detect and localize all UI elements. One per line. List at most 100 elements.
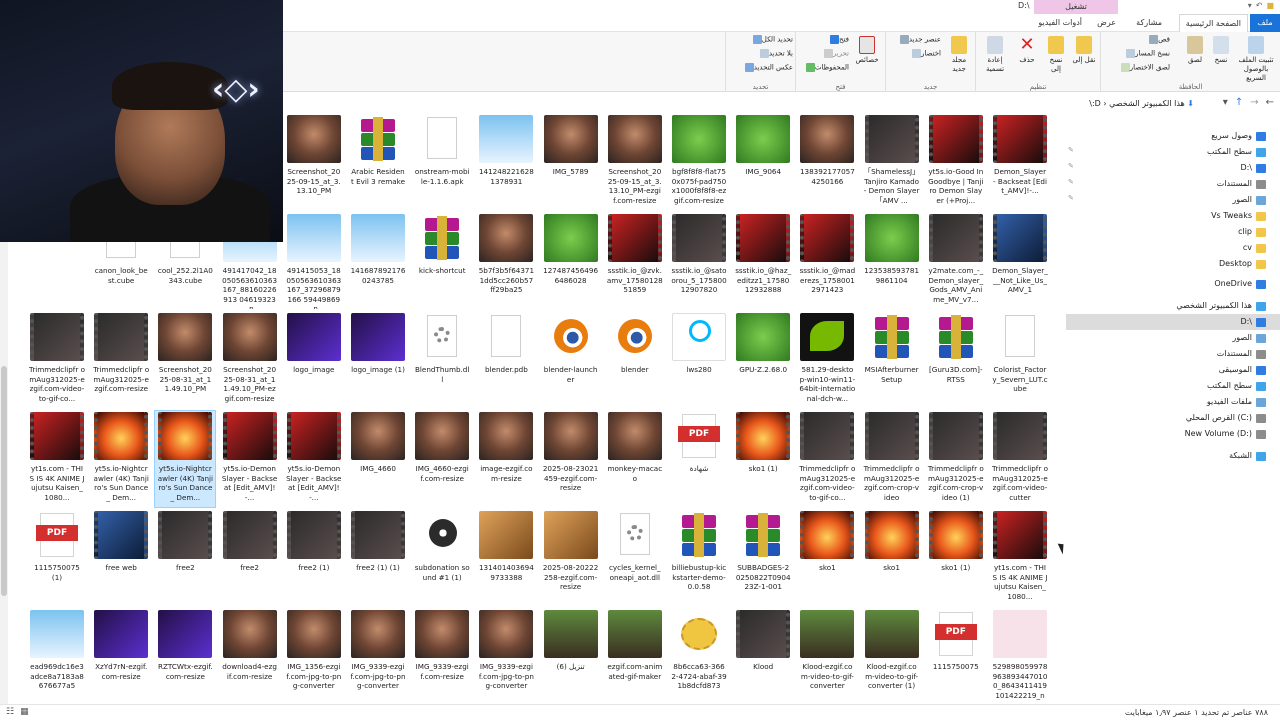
nav-item[interactable]: New Volume (D:)	[1185, 426, 1266, 442]
file-item[interactable]: Screenshot_2025-08-31_at_11.49.10_PM	[155, 312, 215, 408]
file-item[interactable]: Klood-ezgif.com-video-to-gif-converter	[797, 609, 857, 705]
dropdown-icon[interactable]: ▾	[1248, 1, 1252, 10]
edit-button[interactable]: تحرير	[821, 49, 849, 58]
open-button[interactable]: فتح	[827, 35, 849, 44]
file-item[interactable]: Demon_Slayer - Backseat [Edit_AMV]!-...	[990, 114, 1050, 210]
nav-item[interactable]: Desktop	[1219, 256, 1266, 272]
file-item[interactable]: kick-shortcut	[412, 213, 472, 309]
file-item[interactable]: monkey-macaco	[605, 411, 665, 507]
file-item[interactable]: BlendThumb.dll	[412, 312, 472, 408]
paste-button[interactable]: لصق	[1184, 36, 1206, 65]
file-item[interactable]: IMG_5789	[541, 114, 601, 210]
scrollbar-thumb[interactable]	[1, 366, 7, 596]
pin-icon[interactable]: ✎	[1068, 194, 1074, 202]
rename-button[interactable]: إعادة تسمية	[980, 36, 1010, 74]
file-item[interactable]: 1412482216281378931	[476, 114, 536, 210]
nav-item[interactable]: D:\	[1240, 160, 1266, 176]
file-item[interactable]: Trimmedclipfr omAug312025-ezgif.com-vide…	[27, 312, 87, 408]
file-item[interactable]: onstream-mobile-1.1.6.apk	[412, 114, 472, 210]
file-item[interactable]: yt5s.io-Nightcrawler (4K) Tanjiro's Sun …	[91, 411, 151, 507]
file-item[interactable]: Trimmedclipfr omAug312025-ezgif.com-vide…	[797, 411, 857, 507]
file-item[interactable]: ssstik.io_@satoorou_5_17580012907820	[669, 213, 729, 309]
file-item[interactable]: free2	[155, 510, 215, 606]
dropdown-icon[interactable]: ▾	[1223, 97, 1228, 108]
undo-icon[interactable]: ↶	[1256, 1, 1263, 10]
breadcrumb-item[interactable]: هذا الكمبيوتر الشخصي	[1109, 99, 1185, 108]
file-item[interactable]: sko1 (1)	[733, 411, 793, 507]
file-item[interactable]: ezgif.com-animated-gif-maker	[605, 609, 665, 705]
new-item-button[interactable]: عنصر جديد	[897, 35, 941, 44]
up-arrow-icon[interactable]: ↑	[1235, 97, 1243, 108]
file-item[interactable]: yt5s.io-Demon Slayer - Backseat [Edit_AM…	[284, 411, 344, 507]
file-item[interactable]: IMG_9339-ezgif.com-jpg-to-png-converter	[348, 609, 408, 705]
tab-share[interactable]: مشاركة	[1130, 14, 1168, 32]
file-item[interactable]: PDF شهادة	[669, 411, 729, 507]
file-item[interactable]: blender-launcher	[541, 312, 601, 408]
breadcrumb[interactable]: ⬇ هذا الكمبيوتر الشخصي ‹ D:\	[1089, 99, 1194, 108]
file-item[interactable]: Trimmedclipfr omAug312025-ezgif.com-crop…	[862, 411, 922, 507]
select-none-button[interactable]: بلا تحديد	[757, 49, 793, 58]
file-item[interactable]: free2	[220, 510, 280, 606]
file-item[interactable]: Screenshot_2025-09-15_at_3.13.10_PM-ezgi…	[605, 114, 665, 210]
file-item[interactable]: blender.pdb	[476, 312, 536, 408]
file-item[interactable]: logo_image (1)	[348, 312, 408, 408]
file-item[interactable]: Screenshot_2025-08-31_at_11.49.10_PM-ezg…	[220, 312, 280, 408]
file-item[interactable]: lws280	[669, 312, 729, 408]
file-item[interactable]: download4-ezgif.com-resize	[220, 609, 280, 705]
pin-icon[interactable]: ✎	[1068, 162, 1074, 170]
nav-item[interactable]: القرص المحلي (C:)	[1186, 410, 1266, 426]
file-item[interactable]: cycles_kernel_oneapi_aot.dll	[605, 510, 665, 606]
file-item[interactable]: billiebustup-kickstarter-demo-0.0.58	[669, 510, 729, 606]
file-item[interactable]: Trimmedclipfr omAug312025-ezgif.com-resi…	[91, 312, 151, 408]
file-item[interactable]: GPU-Z.2.68.0	[733, 312, 793, 408]
file-item[interactable]: RZTCWtx-ezgif.com-resize	[155, 609, 215, 705]
back-icon[interactable]: ←	[1266, 97, 1274, 108]
file-item[interactable]: image-ezgif.com-resize	[476, 411, 536, 507]
nav-item[interactable]: OneDrive	[1214, 276, 1266, 292]
pin-icon[interactable]: ✎	[1068, 146, 1074, 154]
file-item[interactable]: IMG_9339-ezgif.com-jpg-to-png-converter	[476, 609, 536, 705]
file-item[interactable]: 2025-08-23021459-ezgif.com-resize	[541, 411, 601, 507]
file-item[interactable]: IMG_1356-ezgif.com-jpg-to-png-converter	[284, 609, 344, 705]
tab-view[interactable]: عرض	[1091, 14, 1122, 32]
file-item[interactable]: Arabic Resident Evil 3 remake	[348, 114, 408, 210]
move-to-button[interactable]: نقل إلى	[1072, 36, 1096, 65]
file-item[interactable]: Trimmedclipfr omAug312025-ezgif.com-vide…	[990, 411, 1050, 507]
pin-icon[interactable]: ✎	[1068, 178, 1074, 186]
file-item[interactable]: 491415053_18050563610363167_37296879166 …	[284, 213, 344, 309]
file-item[interactable]: PDF 1115750075 (1)	[27, 510, 87, 606]
file-item[interactable]: [Guru3D.com]-RTSS	[926, 312, 986, 408]
nav-item[interactable]: cv	[1243, 240, 1266, 256]
file-item[interactable]: 1416878921760243785	[348, 213, 408, 309]
file-item[interactable]: 5298980599789638934470100_86434114191014…	[990, 609, 1050, 705]
file-item[interactable]: XzYd7rN-ezgif.com-resize	[91, 609, 151, 705]
copy-path-button[interactable]: نسخ المسار	[1123, 49, 1170, 58]
file-item[interactable]: ssstik.io_@maderezs_17580012971423	[797, 213, 857, 309]
select-all-button[interactable]: تحديد الكل	[750, 35, 793, 44]
nav-item[interactable]: ملفات الفيديو	[1207, 394, 1266, 410]
file-item[interactable]: Colorist_Factory_Severn_LUT.cube	[990, 312, 1050, 408]
file-item[interactable]: 581.29-desktop-win10-win11-64bit-interna…	[797, 312, 857, 408]
nav-item[interactable]: clip	[1238, 224, 1266, 240]
file-item[interactable]: Screenshot_2025-09-15_at_3.13.10_PM	[284, 114, 344, 210]
file-item[interactable]: 5b7f3b5f643711dd5cc260b57ff29ba25	[476, 213, 536, 309]
file-item[interactable]: 1314014036949733388	[476, 510, 536, 606]
tab-home[interactable]: الصفحة الرئيسية	[1178, 14, 1248, 32]
file-item[interactable]: blender	[605, 312, 665, 408]
tab-video-tools[interactable]: أدوات الفيديو	[1032, 14, 1088, 32]
details-view-icon[interactable]: ☷	[6, 707, 14, 717]
nav-item[interactable]: الصور	[1232, 192, 1266, 208]
file-item[interactable]: free2 (1) (1)	[348, 510, 408, 606]
nav-item[interactable]: سطح المكتب	[1207, 378, 1266, 394]
file-item[interactable]: 1383921770574250166	[797, 114, 857, 210]
file-item[interactable]: subdonation sound #1 (1)	[412, 510, 472, 606]
file-item[interactable]: PDF 1115750075	[926, 609, 986, 705]
history-button[interactable]: المحفوظات	[803, 63, 849, 72]
file-item[interactable]: IMG_4660-ezgif.com-resize	[412, 411, 472, 507]
file-item[interactable]: تنزيل (6)	[541, 609, 601, 705]
file-item[interactable]: 8b6cca63-3662-4724-abaf-391b8dcfd873	[669, 609, 729, 705]
properties-button[interactable]: خصائص	[853, 36, 881, 65]
nav-item[interactable]: الموسيقى	[1219, 362, 1266, 378]
file-item[interactable]: y2mate.com_-_Demon_slayer_Gods_AMV_Anime…	[926, 213, 986, 309]
nav-item[interactable]: وصول سريع	[1211, 128, 1266, 144]
